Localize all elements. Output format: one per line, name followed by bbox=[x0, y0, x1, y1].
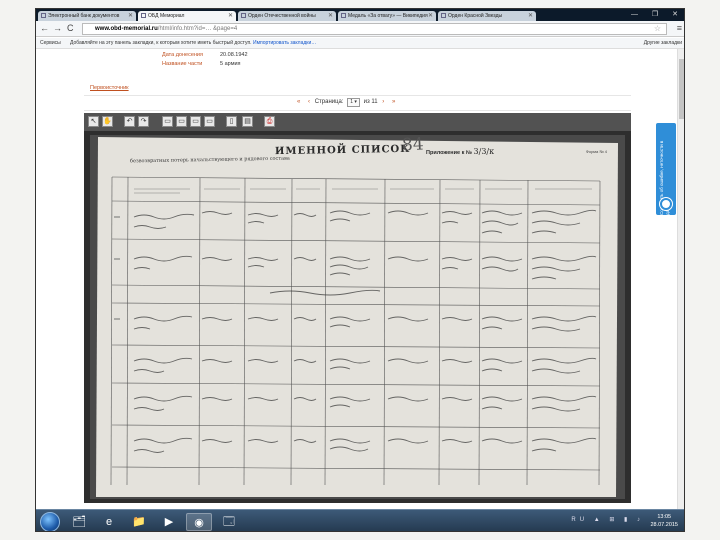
save-icon[interactable]: ▤ bbox=[242, 116, 253, 127]
bookmark-star-icon[interactable]: ☆ bbox=[654, 24, 661, 34]
scrollbar-thumb[interactable] bbox=[679, 59, 684, 119]
bookmarks-bar: Сервисы Добавляйте на эту панель закладк… bbox=[36, 38, 684, 49]
zoom-in-icon[interactable]: ▭ bbox=[190, 116, 201, 127]
bookmarks-hint: Добавляйте на эту панель закладки, к кот… bbox=[70, 38, 316, 49]
bookmarks-hint-text: Добавляйте на эту панель закладки, к кот… bbox=[70, 40, 252, 46]
page-total: из 11 bbox=[363, 99, 378, 105]
taskbar-chrome-icon[interactable]: ◉ bbox=[186, 513, 212, 531]
window-controls[interactable]: — ❐ ✕ bbox=[631, 10, 684, 18]
first-page-link[interactable]: « bbox=[297, 99, 300, 105]
rotate-left-icon[interactable]: ↶ bbox=[124, 116, 135, 127]
divider bbox=[84, 95, 631, 96]
url-host: www.obd-memorial.ru bbox=[95, 26, 158, 32]
other-bookmarks[interactable]: Другие закладки bbox=[644, 38, 682, 49]
fit-page-icon[interactable]: ▭ bbox=[176, 116, 187, 127]
favicon-icon bbox=[241, 13, 246, 18]
field-report-date: Дата донесения 20.08.1942 bbox=[162, 52, 248, 58]
close-tab-icon[interactable]: ✕ bbox=[428, 11, 433, 21]
close-tab-icon[interactable]: ✕ bbox=[528, 11, 533, 21]
feedback-icon bbox=[660, 198, 672, 210]
rotate-right-icon[interactable]: ↷ bbox=[138, 116, 149, 127]
document-viewer: ↖ ✋ ↶ ↷ ▭ ▭ ▭ ▭ ▯ ▤ ⎙ ИМЕННОЙ СПИСОК без… bbox=[84, 113, 631, 503]
last-page-link[interactable]: » bbox=[392, 99, 395, 105]
zoom-out-icon[interactable]: ▭ bbox=[204, 116, 215, 127]
forward-button[interactable]: → bbox=[53, 23, 62, 34]
field-label: Название части bbox=[162, 61, 203, 67]
taskbar-ie-icon[interactable]: e bbox=[96, 513, 122, 531]
taskbar: 🗂 e 📁 ▶ ◉ 🗔 RU ▲ ⊞ ▮ ♪ 13:05 28.07.2015 bbox=[36, 509, 684, 531]
start-button[interactable] bbox=[40, 512, 60, 531]
tab-label: Орден Красной Звезды bbox=[448, 13, 503, 19]
page-scrollbar[interactable] bbox=[677, 49, 684, 515]
apps-shortcut[interactable]: Сервисы bbox=[40, 38, 61, 49]
tab-label: Медаль «За отвагу» — Википедия bbox=[348, 13, 428, 19]
favicon-icon bbox=[41, 13, 46, 18]
tab-1[interactable]: Электронный банк документов ✕ bbox=[38, 11, 136, 21]
document-form: Форма № 4 bbox=[585, 149, 607, 154]
field-value: 5 армия bbox=[220, 61, 241, 67]
document-number: 84 bbox=[401, 134, 425, 156]
url-input[interactable]: www.obd-memorial.ru/html/info.htm?id=… &… bbox=[82, 23, 667, 35]
reload-button[interactable]: C bbox=[67, 23, 74, 34]
tab-strip: Электронный банк документов ✕ ОБД Мемориа… bbox=[36, 9, 684, 21]
field-unit: Название части 5 армия bbox=[162, 61, 241, 67]
page-select-value: 1 bbox=[350, 99, 354, 105]
close-tab-icon[interactable]: ✕ bbox=[128, 11, 133, 21]
taskbar-folder-icon[interactable]: 📁 bbox=[126, 513, 152, 531]
page-label: Страница: bbox=[314, 99, 344, 105]
taskbar-window-icon[interactable]: 🗔 bbox=[216, 513, 242, 531]
tab-3[interactable]: Орден Отечественной войны ✕ bbox=[238, 11, 336, 21]
taskbar-explorer-icon[interactable]: 🗂 bbox=[66, 513, 92, 531]
field-value: 20.08.1942 bbox=[220, 52, 248, 58]
back-button[interactable]: ← bbox=[40, 23, 49, 34]
browser-window: Электронный банк документов ✕ ОБД Мемориа… bbox=[35, 8, 685, 532]
pdf-icon[interactable]: ⎙ bbox=[264, 116, 275, 127]
tab-label: Электронный банк документов bbox=[48, 13, 120, 19]
address-bar: ← → C www.obd-memorial.ru/html/info.htm?… bbox=[36, 21, 684, 37]
favicon-icon bbox=[141, 13, 146, 18]
url-path: /html/info.htm?id=… &page=4 bbox=[157, 26, 238, 32]
close-tab-icon[interactable]: ✕ bbox=[328, 11, 333, 21]
document-scan: ИМЕННОЙ СПИСОК безвозвратных потерь нача… bbox=[90, 134, 625, 499]
favicon-icon bbox=[441, 13, 446, 18]
import-bookmarks-link[interactable]: Импортировать закладки… bbox=[253, 40, 316, 46]
page-select[interactable]: 1 ▾ bbox=[347, 98, 360, 107]
viewer-toolbar: ↖ ✋ ↶ ↷ ▭ ▭ ▭ ▭ ▯ ▤ ⎙ bbox=[84, 113, 631, 131]
close-tab-icon[interactable]: ✕ bbox=[228, 11, 233, 21]
annex-label: Приложение к № bbox=[426, 150, 472, 156]
next-page-link[interactable]: › bbox=[382, 99, 384, 105]
menu-icon[interactable]: ≡ bbox=[677, 23, 682, 33]
pan-tool-icon[interactable]: ✋ bbox=[102, 116, 113, 127]
tab-4[interactable]: Медаль «За отвагу» — Википедия ✕ bbox=[338, 11, 436, 21]
print-icon[interactable]: ▯ bbox=[226, 116, 237, 127]
clock-date: 28.07.2015 bbox=[650, 522, 678, 528]
document-title: ИМЕННОЙ СПИСОК bbox=[274, 143, 411, 158]
field-label: Дата донесения bbox=[162, 52, 203, 58]
scan-image bbox=[90, 135, 625, 499]
divider bbox=[84, 110, 631, 111]
clock[interactable]: 13:05 28.07.2015 bbox=[650, 513, 678, 529]
document-annex: Приложение к № 3/3/к bbox=[426, 147, 494, 156]
tab-label: Орден Отечественной войны bbox=[248, 13, 316, 19]
taskbar-media-icon[interactable]: ▶ bbox=[156, 513, 182, 531]
source-link[interactable]: Первоисточник bbox=[90, 85, 129, 91]
select-tool-icon[interactable]: ↖ bbox=[88, 116, 99, 127]
pagination: « ‹ Страница: 1 ▾ из 11 › » bbox=[294, 98, 398, 107]
system-tray[interactable]: RU ▲ ⊞ ▮ ♪ bbox=[571, 516, 644, 523]
tab-5[interactable]: Орден Красной Звезды ✕ bbox=[438, 11, 536, 21]
tab-label: ОБД Мемориал bbox=[148, 13, 185, 19]
prev-page-link[interactable]: ‹ bbox=[308, 99, 310, 105]
fit-width-icon[interactable]: ▭ bbox=[162, 116, 173, 127]
feedback-button[interactable]: Сообщить об ошибке, неточности в данных bbox=[656, 123, 676, 215]
favicon-icon bbox=[341, 13, 346, 18]
page-content: Дата донесения 20.08.1942 Название части 5… bbox=[36, 49, 679, 515]
annex-number: 3/3/к bbox=[473, 147, 495, 156]
tab-2[interactable]: ОБД Мемориал ✕ bbox=[138, 11, 236, 21]
clock-time: 13:05 bbox=[657, 514, 672, 520]
